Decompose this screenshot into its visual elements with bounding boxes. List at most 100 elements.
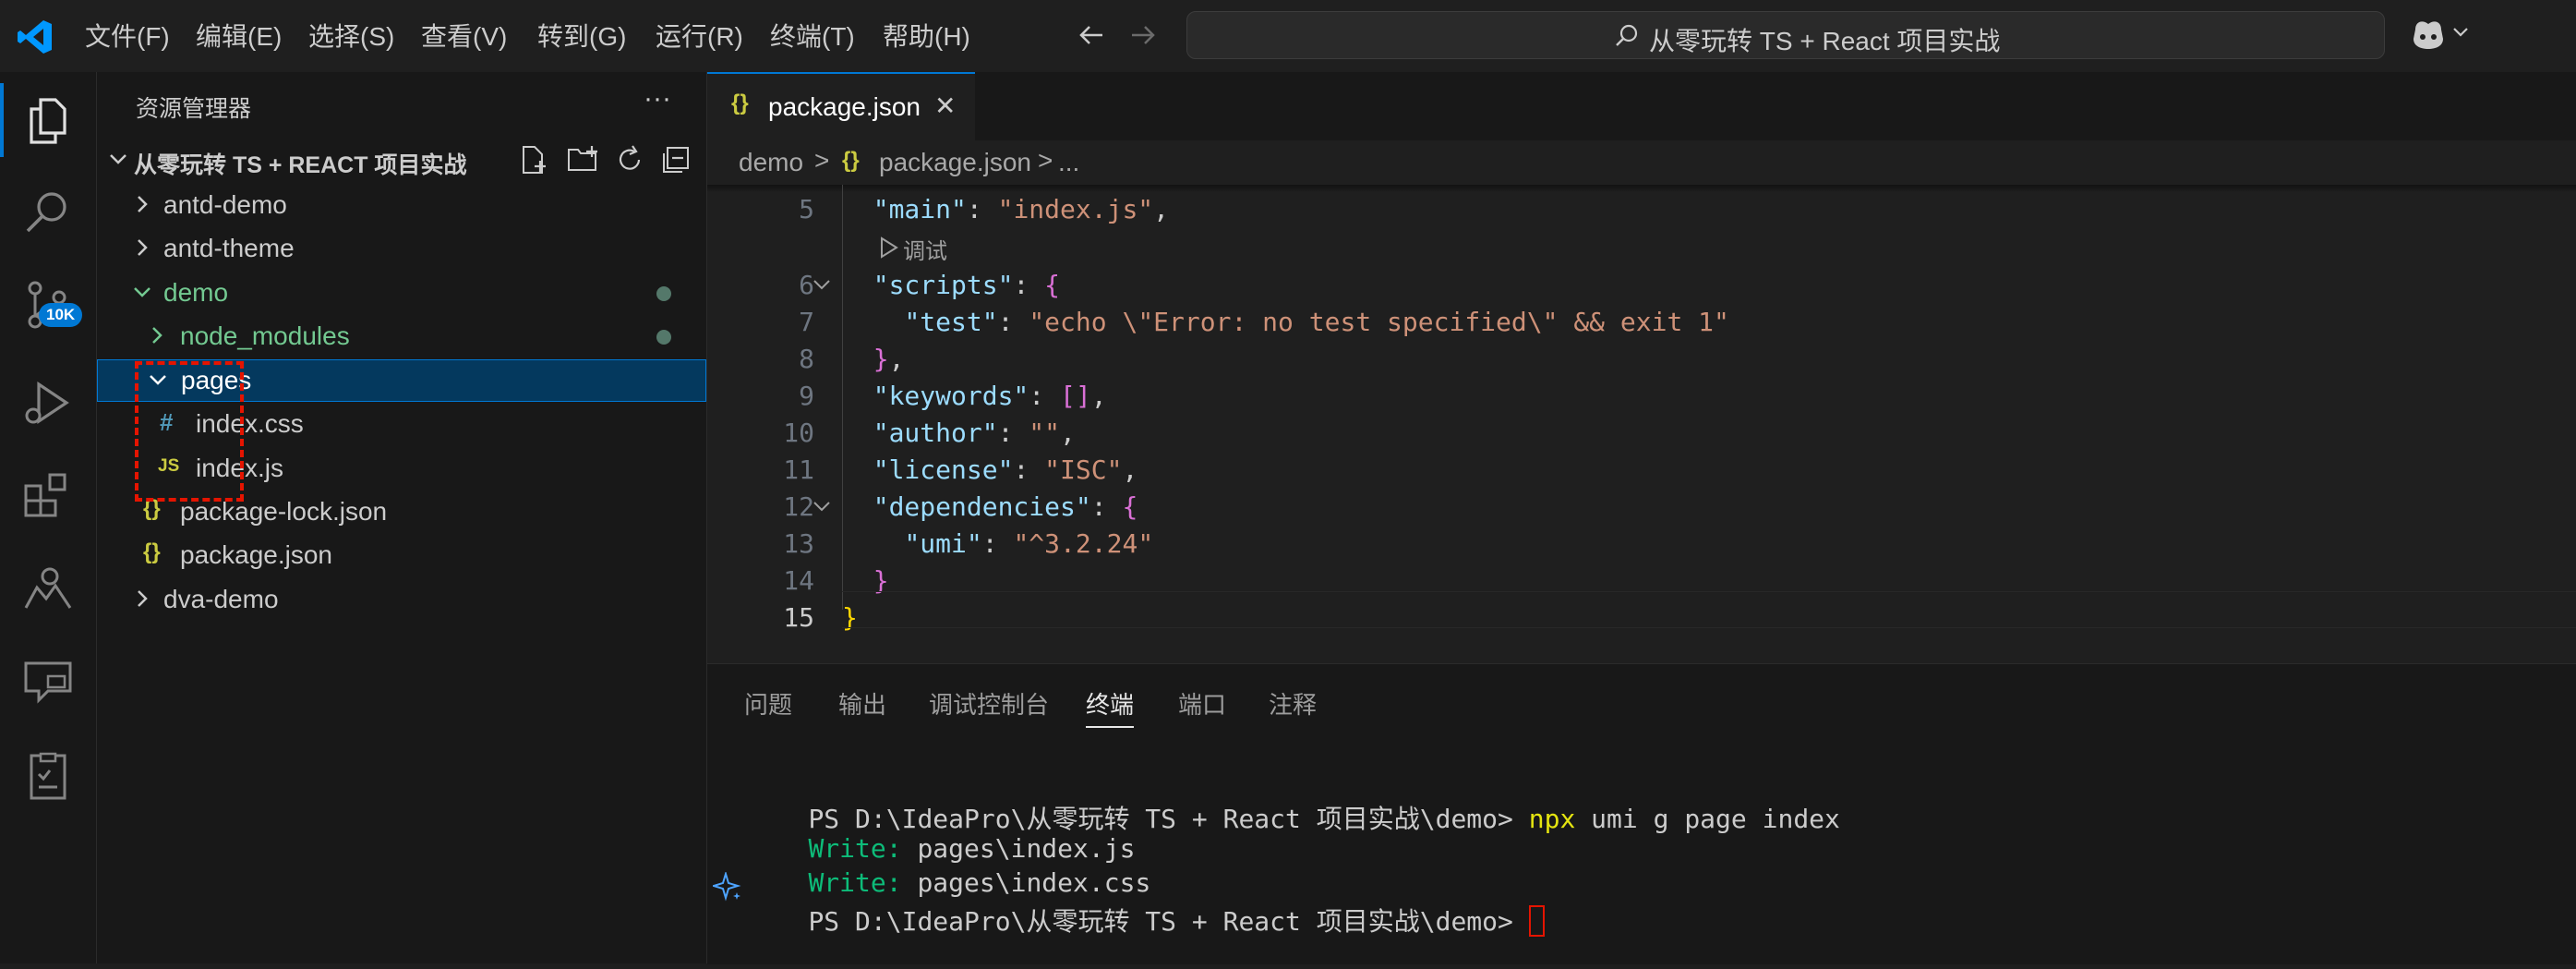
tree-item-antd-theme[interactable]: antd-theme <box>97 227 706 270</box>
code-token: "" <box>1029 418 1061 448</box>
json-file-icon: {} <box>143 539 161 564</box>
remote-explorer-icon[interactable] <box>20 560 76 615</box>
terminal-command-args: umi g page index <box>1575 804 1840 834</box>
panel-tab[interactable]: 问题 <box>744 686 792 721</box>
tree-item-package-json[interactable]: {} package.json <box>97 534 706 576</box>
workspace-root[interactable]: 从零玩转 TS + REACT 项目实战 <box>97 139 706 181</box>
tab-package-json[interactable]: {} package.json ✕ <box>707 72 975 142</box>
title-bar: 文件(F) 编辑(E) 选择(S) 查看(V) 转到(G) 运行(R) 终端(T) 帮助(H)… <box>0 0 2576 73</box>
code-text: }, <box>842 344 905 374</box>
breadcrumb-folder[interactable]: demo <box>739 148 803 177</box>
tree-item-antd-demo[interactable]: antd-demo <box>97 184 706 226</box>
sparkle-icon[interactable] <box>713 872 742 902</box>
modified-dot <box>656 286 671 301</box>
command-center-search[interactable]: 从零玩转 TS + React 项目实战 <box>1186 11 2385 59</box>
fold-chevron-icon[interactable] <box>811 273 833 296</box>
chevron-down-icon[interactable] <box>2452 26 2469 39</box>
code-text: "keywords": [], <box>842 381 1107 411</box>
fold-chevron-icon[interactable] <box>811 495 833 517</box>
copilot-icon[interactable] <box>2410 17 2447 52</box>
back-arrow-icon[interactable] <box>1077 20 1106 50</box>
breadcrumb: demo > {} package.json > ... <box>707 140 2576 185</box>
refresh-icon[interactable] <box>614 144 645 176</box>
explorer-icon[interactable] <box>20 92 76 148</box>
search-icon <box>1616 24 1638 46</box>
more-actions-icon[interactable]: ··· <box>644 83 671 115</box>
breadcrumb-tail[interactable]: ... <box>1058 148 1079 177</box>
menu-item[interactable]: 帮助(H) <box>883 17 970 54</box>
code-token: "dependencies" <box>873 491 1091 522</box>
chevron-right-icon <box>152 327 163 344</box>
code-token: } <box>873 344 889 374</box>
menu-item[interactable]: 编辑(E) <box>196 17 282 54</box>
play-icon <box>881 236 898 259</box>
tree-item-label: dva-demo <box>163 585 279 613</box>
panel-tab[interactable]: 端口 <box>1178 686 1226 721</box>
code-token: "author" <box>873 418 998 448</box>
line-number: 13 <box>783 528 814 559</box>
search-text: 从零玩转 TS + React 项目实战 <box>1649 27 2001 55</box>
code-line: 6 "scripts": { <box>707 266 2576 303</box>
forward-arrow-icon[interactable] <box>1128 20 1158 50</box>
extensions-icon[interactable] <box>20 467 76 523</box>
task-list-icon[interactable] <box>20 748 76 804</box>
tree-item-label: demo <box>163 278 229 307</box>
chevron-right-icon <box>138 196 148 212</box>
tree-item-label: package.json <box>180 540 333 569</box>
panel-tab[interactable]: 输出 <box>838 686 886 721</box>
new-folder-icon[interactable] <box>566 144 599 176</box>
line-number: 9 <box>799 381 814 411</box>
code-token: : <box>1013 270 1045 300</box>
line-number: 10 <box>783 418 814 448</box>
explorer-sidebar: 资源管理器 ··· 从零玩转 TS + REACT 项目实战 antd-demo… <box>97 72 707 963</box>
tree-item-label: node_modules <box>180 321 350 350</box>
code-text: "test": "echo \"Error: no test specified… <box>842 307 1728 337</box>
terminal-line-prompt: PS D:\IdeaPro\从零玩转 TS + React 项目实战\demo> <box>746 871 1545 969</box>
sidebar-title: 资源管理器 <box>136 96 252 122</box>
workspace-root-label: 从零玩转 TS + REACT 项目实战 <box>134 152 467 178</box>
menu-item[interactable]: 转到(G) <box>537 17 626 54</box>
code-token: , <box>1090 381 1107 411</box>
code-token: [] <box>1060 381 1091 411</box>
menu-item[interactable]: 文件(F) <box>85 17 170 54</box>
menu-item[interactable]: 运行(R) <box>656 17 743 54</box>
code-token: "^3.2.24" <box>1013 528 1154 559</box>
search-icon[interactable] <box>20 185 76 240</box>
line-number: 15 <box>783 602 814 633</box>
code-editor[interactable]: 5 "main": "index.js", 6 "scripts": {7 "te… <box>707 185 2576 663</box>
code-token: "main" <box>873 194 967 224</box>
tree-item-dva-demo[interactable]: dva-demo <box>97 578 706 621</box>
menu-item[interactable]: 查看(V) <box>421 17 507 54</box>
breadcrumb-file[interactable]: package.json <box>879 148 1031 177</box>
menu-item[interactable]: 选择(S) <box>308 17 394 54</box>
line-number: 8 <box>799 344 814 374</box>
tree-item-demo[interactable]: demo <box>97 272 706 314</box>
panel-tab[interactable]: 终端 <box>1086 686 1135 728</box>
current-line-highlight <box>842 591 2576 628</box>
code-text: "umi": "^3.2.24" <box>842 528 1153 559</box>
run-debug-icon[interactable] <box>20 375 76 430</box>
code-token: , <box>1122 454 1138 485</box>
code-token: "umi" <box>904 528 982 559</box>
collapse-all-icon[interactable] <box>660 144 692 176</box>
tree-item-label: antd-theme <box>163 234 295 262</box>
new-file-icon[interactable] <box>518 144 549 176</box>
line-number: 14 <box>783 565 814 596</box>
source-control-icon[interactable]: 10K <box>20 277 83 333</box>
tree-item-node-modules[interactable]: node_modules <box>97 315 706 357</box>
panel-tab[interactable]: 调试控制台 <box>929 686 1049 721</box>
code-token: { <box>1122 491 1138 522</box>
panel-tab[interactable]: 注释 <box>1269 686 1317 721</box>
code-token: "license" <box>873 454 1014 485</box>
menu-item[interactable]: 终端(T) <box>770 17 855 54</box>
chat-icon[interactable] <box>20 654 76 709</box>
code-line: 8 }, <box>707 340 2576 377</box>
terminal-command-name: npx <box>1528 804 1576 834</box>
code-token: : <box>997 418 1029 448</box>
json-file-icon: {} <box>731 91 749 115</box>
close-icon[interactable]: ✕ <box>934 91 956 121</box>
